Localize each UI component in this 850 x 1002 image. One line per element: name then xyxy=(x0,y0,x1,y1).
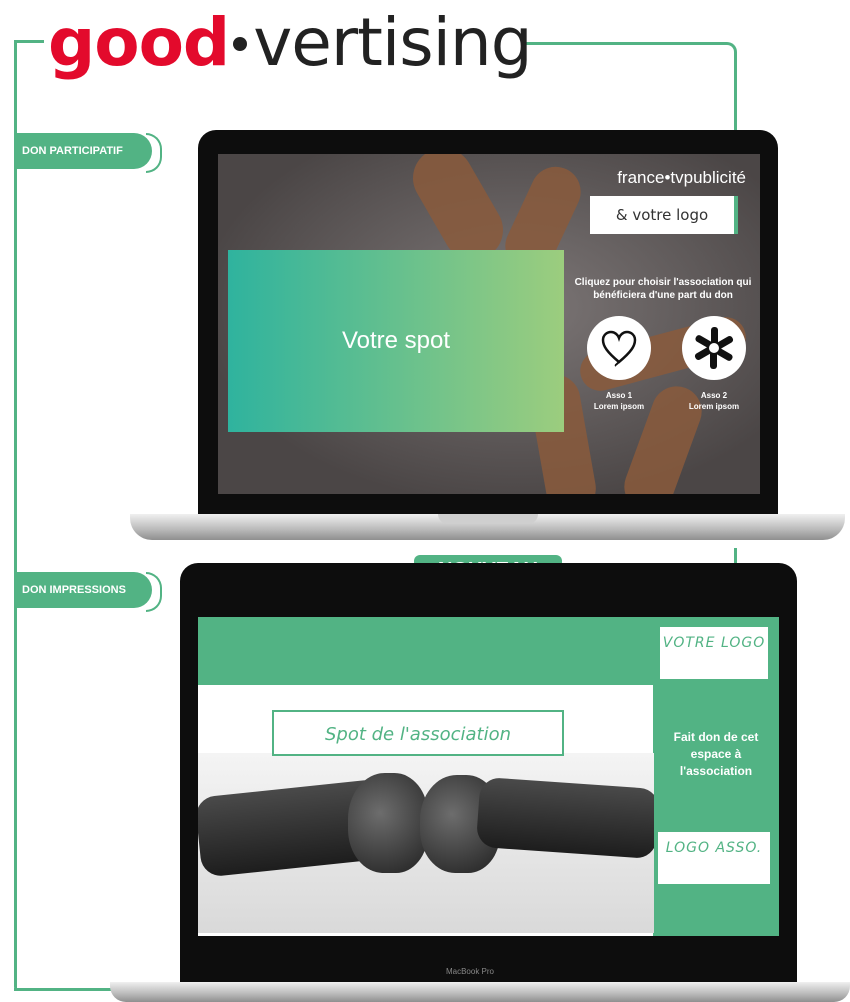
frame-line-left xyxy=(14,40,17,990)
logo-dot xyxy=(233,36,248,51)
choose-association-text: Cliquez pour choisir l'association qui b… xyxy=(574,277,752,301)
votre-spot-box: Votre spot xyxy=(228,250,564,432)
right-arm xyxy=(475,776,654,860)
logo-rest: vertising xyxy=(253,4,532,81)
left-fist xyxy=(348,773,428,873)
heart-icon xyxy=(601,330,637,367)
laptop1-notch xyxy=(438,514,538,524)
tag-arc-1 xyxy=(146,133,162,173)
frame-line-bottom xyxy=(14,988,114,991)
frame-line-top-right xyxy=(524,42,737,135)
asso1-sub: Lorem ipsom xyxy=(593,402,645,411)
asso2-name: Asso 2 xyxy=(700,391,728,400)
macbook-pro-label: MacBook Pro xyxy=(445,967,495,976)
asso2-label: Asso 2 Lorem ipsom xyxy=(674,390,754,412)
laptop2-screen: VOTRE LOGO Spot de l'association Fait do… xyxy=(198,617,779,936)
hands-circle-icon xyxy=(694,327,734,369)
tag-arc-2 xyxy=(146,572,162,612)
logo-good: good xyxy=(48,4,230,81)
logo-asso-placeholder: LOGO ASSO. xyxy=(658,832,770,884)
tag-don-participatif: DON PARTICIPATIF xyxy=(14,133,152,169)
votre-logo-box: & votre logo xyxy=(590,196,738,234)
laptop1-screen: france•tvpublicité & votre logo Votre sp… xyxy=(218,154,760,494)
asso2-sub: Lorem ipsom xyxy=(688,402,740,411)
asso2-button[interactable] xyxy=(682,316,746,380)
tag-don-impressions: DON IMPRESSIONS xyxy=(14,572,152,608)
goodvertising-logo: good vertising xyxy=(48,8,533,78)
francetv-publicite-logo: france•tvpublicité xyxy=(617,168,746,187)
frame-line-top xyxy=(14,40,44,43)
laptop2-base xyxy=(110,982,850,1002)
spot-association-box: Spot de l'association xyxy=(272,710,564,756)
asso1-label: Asso 1 Lorem ipsom xyxy=(579,390,659,412)
asso1-button[interactable] xyxy=(587,316,651,380)
fist-bump-photo xyxy=(198,753,654,933)
asso1-name: Asso 1 xyxy=(605,391,633,400)
donate-space-text: Fait don de cet espace à l'association xyxy=(673,730,759,778)
votre-logo-placeholder: VOTRE LOGO xyxy=(660,627,768,679)
